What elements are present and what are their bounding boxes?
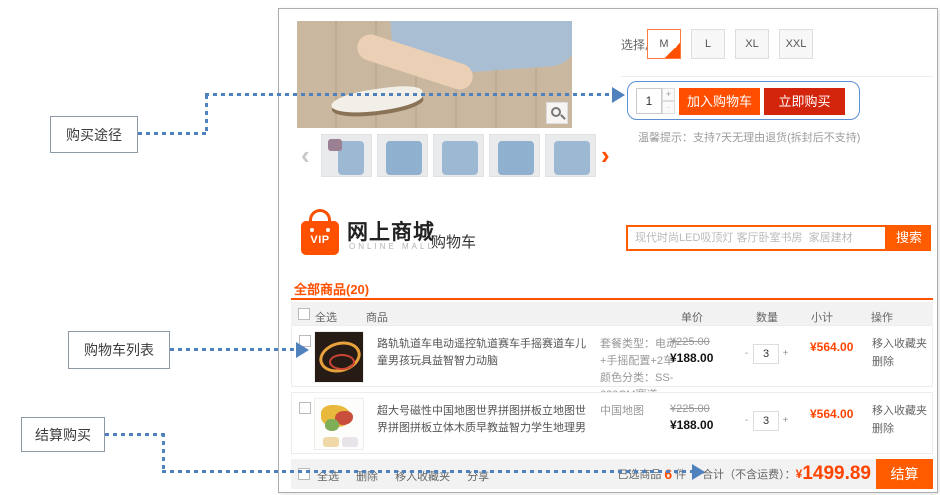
brand-subtitle: ONLINE MALL xyxy=(349,242,435,251)
size-option-xl[interactable]: XL xyxy=(735,29,769,59)
annotation-arrow-icon xyxy=(692,464,705,480)
product-image-map[interactable] xyxy=(314,398,364,450)
size-option-m[interactable]: M ✓ xyxy=(647,29,681,59)
item-checkbox[interactable] xyxy=(299,402,311,414)
search-bar: 搜索 xyxy=(626,225,931,251)
return-policy-tip: 温馨提示：支持7天无理由退货(拆封后不支持) xyxy=(638,129,860,145)
product-title[interactable]: 超大号磁性中国地图世界拼图拼板立地图世界拼图拼板立体木质早教益智力学生地理男 xyxy=(377,403,589,437)
annotation-arrow-icon xyxy=(612,87,625,103)
buy-now-button[interactable]: 立即购买 xyxy=(764,88,845,115)
annotation-line xyxy=(205,93,612,96)
col-price: 单价 xyxy=(681,309,703,325)
product-price: ¥225.00 ¥188.00 xyxy=(670,336,740,365)
row-quantity-value[interactable]: 3 xyxy=(753,411,779,431)
brand-bag-icon: VIP xyxy=(301,221,339,255)
selected-unit: 件 xyxy=(675,466,686,482)
quantity-increase-button[interactable]: + xyxy=(662,88,675,101)
search-input[interactable] xyxy=(626,225,887,251)
annotation-line xyxy=(170,348,296,351)
annotation-line xyxy=(205,95,208,135)
annotation-line xyxy=(162,470,692,473)
add-to-cart-button[interactable]: 加入购物车 xyxy=(679,88,760,115)
sandal-photo-shape xyxy=(330,83,424,118)
delete-link[interactable]: 删除 xyxy=(872,354,927,372)
col-subtotal: 小计 xyxy=(811,309,833,325)
delete-link[interactable]: 删除 xyxy=(872,421,927,439)
total-label: 合计（不含运费）： xyxy=(702,466,796,482)
size-option-l[interactable]: L xyxy=(691,29,725,59)
product-image-racetrack[interactable] xyxy=(314,331,364,383)
annotation-line xyxy=(162,433,165,473)
cart-item-row: 超大号磁性中国地图世界拼图拼板立地图世界拼图拼板立体木质早教益智力学生地理男 中… xyxy=(291,392,933,454)
checkout-button[interactable]: 结算 xyxy=(876,459,933,489)
section-title-underline xyxy=(291,298,933,300)
currency-symbol: ¥ xyxy=(796,467,803,481)
increase-button[interactable]: + xyxy=(779,345,792,363)
checkout-summary: 已选商品 6 件 合计（不含运费）： ¥ 1499.89 xyxy=(617,459,871,489)
thumbnail-4[interactable] xyxy=(489,134,540,177)
decrease-button[interactable]: - xyxy=(740,345,753,363)
prev-arrow-icon[interactable]: ‹ xyxy=(301,133,310,177)
quantity-stepper: + - xyxy=(662,88,675,114)
thumbnail-1[interactable] xyxy=(321,134,372,177)
product-price: ¥225.00 ¥188.00 xyxy=(670,403,740,432)
thumbnail-5[interactable] xyxy=(545,134,596,177)
annotation-line xyxy=(138,132,208,135)
thumbnail-3[interactable] xyxy=(433,134,484,177)
annotation-purchase-path: 购买途径 xyxy=(50,116,138,153)
annotation-cart-list: 购物车列表 xyxy=(68,331,170,369)
cart-section-title: 全部商品(20) xyxy=(294,279,369,298)
selected-count: 6 xyxy=(664,466,672,482)
row-subtotal: ¥564.00 xyxy=(810,407,853,421)
selected-check-icon: ✓ xyxy=(665,43,680,58)
zoom-icon[interactable] xyxy=(546,102,568,124)
move-to-favorites-link[interactable]: 移入收藏夹 xyxy=(872,403,927,421)
product-cart-panel: ‹ › 选择尺码: M ✓ L XL XXL 1 + - 加入购物车 立即购买 … xyxy=(278,8,938,493)
col-product: 商品 xyxy=(366,309,388,325)
product-title[interactable]: 路轨轨道车电动遥控轨道赛车手摇赛道车儿童男孩玩具益智智力动脑 xyxy=(377,336,589,370)
section-divider xyxy=(621,76,933,77)
row-actions: 移入收藏夹 删除 xyxy=(872,336,927,371)
cart-item-row: 路轨轨道车电动遥控轨道赛车手摇赛道车儿童男孩玩具益智智力动脑 套餐类型：电动+手… xyxy=(291,325,933,387)
product-main-image[interactable] xyxy=(297,21,572,128)
move-to-favorites-link[interactable]: 移入收藏夹 xyxy=(872,336,927,354)
decrease-button[interactable]: - xyxy=(740,412,753,430)
increase-button[interactable]: + xyxy=(779,412,792,430)
cart-footer-bar: 全选 删除 移入收藏夹 分享 已选商品 6 件 合计（不含运费）： ¥ 1499… xyxy=(291,459,933,489)
col-quantity: 数量 xyxy=(756,309,778,325)
search-button[interactable]: 搜索 xyxy=(887,225,931,251)
select-all-checkbox[interactable] xyxy=(298,308,310,320)
page-title: 购物车 xyxy=(431,231,476,252)
col-select-all: 全选 xyxy=(315,309,337,325)
row-quantity-value[interactable]: 3 xyxy=(753,344,779,364)
annotation-checkout: 结算购买 xyxy=(21,417,105,452)
quantity-decrease-button[interactable]: - xyxy=(662,101,675,114)
annotation-arrow-icon xyxy=(296,342,309,358)
total-amount: 1499.89 xyxy=(802,463,871,485)
size-option-xxl[interactable]: XXL xyxy=(779,29,813,59)
thumbnail-strip: ‹ › xyxy=(297,133,617,179)
annotation-line xyxy=(105,433,165,436)
col-actions: 操作 xyxy=(871,309,893,325)
thumbnail-2[interactable] xyxy=(377,134,428,177)
selected-label: 已选商品 xyxy=(617,466,661,482)
vip-badge: VIP xyxy=(301,234,339,246)
row-subtotal: ¥564.00 xyxy=(810,340,853,354)
next-arrow-icon[interactable]: › xyxy=(601,133,610,177)
quantity-input[interactable]: 1 xyxy=(636,88,662,114)
row-actions: 移入收藏夹 删除 xyxy=(872,403,927,438)
